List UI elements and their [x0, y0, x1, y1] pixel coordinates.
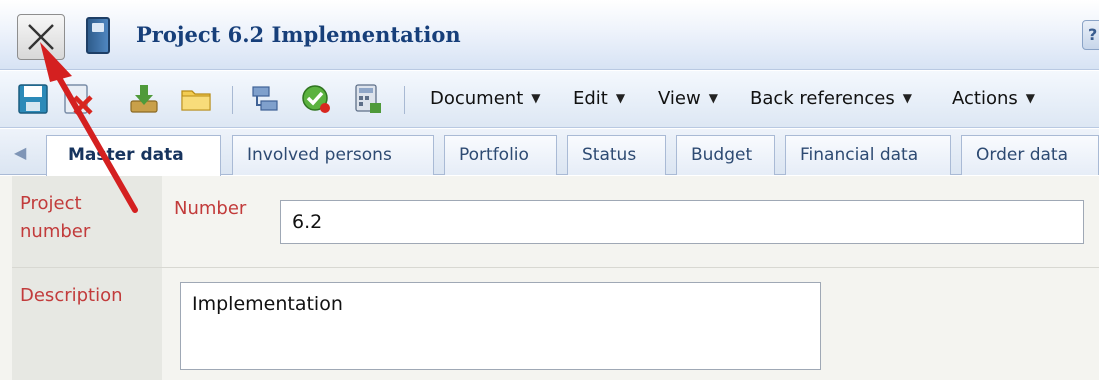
row-divider — [12, 267, 1099, 268]
download-icon[interactable] — [128, 83, 160, 115]
tab-involved-persons[interactable]: Involved persons — [232, 135, 434, 175]
help-button[interactable]: ? — [1082, 20, 1099, 50]
project-number-section-label: Project number — [12, 176, 162, 267]
description-input[interactable]: Implementation — [180, 282, 821, 370]
close-window-button[interactable] — [17, 14, 65, 60]
number-input[interactable]: 6.2 — [280, 200, 1084, 244]
window-title: Project 6.2 Implementation — [136, 22, 461, 47]
save-icon[interactable] — [17, 83, 49, 115]
chevron-down-icon: ▼ — [708, 91, 718, 105]
toolbar-separator — [404, 86, 405, 114]
tab-budget[interactable]: Budget — [676, 135, 775, 175]
window-titlebar: Project 6.2 Implementation ? — [0, 0, 1099, 70]
tab-order-data[interactable]: Order data — [961, 135, 1099, 175]
menu-back-references[interactable]: Back references ▼ — [750, 88, 912, 109]
number-field-label: Number — [174, 198, 247, 219]
calculator-icon[interactable] — [352, 83, 384, 115]
menu-document[interactable]: Document ▼ — [430, 88, 541, 109]
menu-view[interactable]: View ▼ — [658, 88, 718, 109]
folder-icon[interactable] — [180, 83, 212, 115]
section-label-line: number — [20, 221, 91, 242]
section-label-line: Project — [20, 193, 82, 214]
chevron-down-icon: ▼ — [902, 91, 912, 105]
tab-scroll-left-icon[interactable]: ◀ — [14, 143, 26, 162]
tab-status[interactable]: Status — [567, 135, 666, 175]
chevron-down-icon: ▼ — [531, 91, 541, 105]
document-icon — [86, 17, 110, 54]
toolbar: Document ▼ Edit ▼ View ▼ Back references ▼ A… — [0, 71, 1099, 128]
tab-portfolio[interactable]: Portfolio — [444, 135, 557, 175]
approve-icon[interactable] — [300, 83, 332, 115]
tab-financial-data[interactable]: Financial data — [785, 135, 951, 175]
tab-strip: ◀ Master data Involved persons Portfolio… — [0, 129, 1099, 176]
discard-icon[interactable] — [62, 83, 94, 115]
menu-edit[interactable]: Edit ▼ — [573, 88, 625, 109]
close-icon — [28, 24, 54, 50]
description-section-label: Description — [12, 268, 162, 380]
menu-actions[interactable]: Actions ▼ — [952, 88, 1035, 109]
chevron-down-icon: ▼ — [615, 91, 626, 105]
toolbar-separator — [232, 86, 233, 114]
chevron-down-icon: ▼ — [1025, 91, 1035, 105]
tab-master-data[interactable]: Master data — [46, 135, 221, 176]
transfer-icon[interactable] — [249, 83, 281, 115]
form-area: Project number Number 6.2 Description Im… — [0, 176, 1099, 380]
